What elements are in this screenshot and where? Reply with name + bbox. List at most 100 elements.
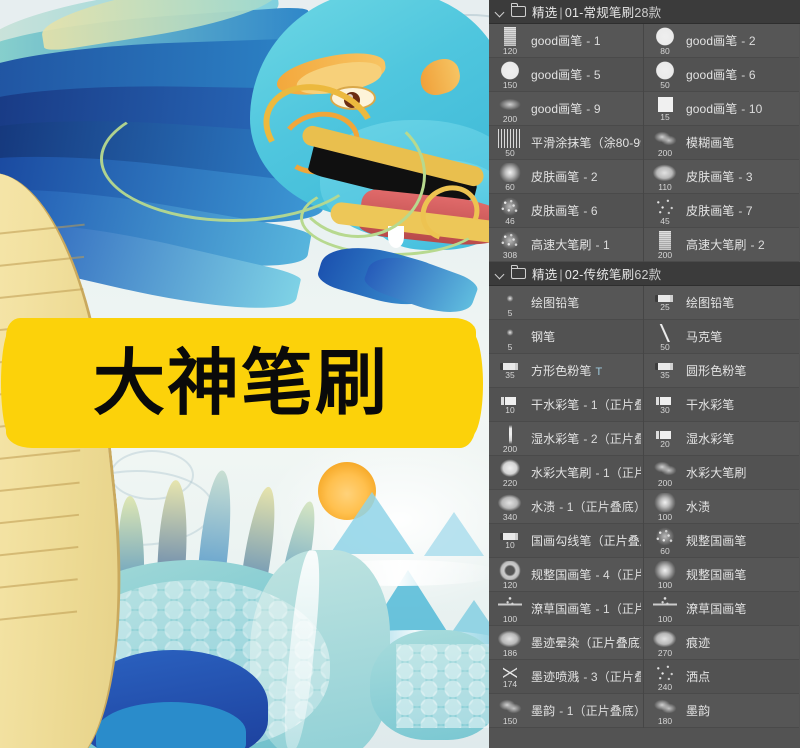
t-hard-icon xyxy=(653,61,677,80)
brush-thumbnail: 5 xyxy=(493,287,527,319)
banner-title: 大神笔刷 xyxy=(92,341,389,425)
brush-row[interactable]: 35 方形色粉笔 T xyxy=(489,354,643,388)
brush-size: 200 xyxy=(657,250,673,260)
brush-size: 5 xyxy=(507,342,513,352)
brush-size: 100 xyxy=(657,580,673,590)
brush-title: 规整国画笔 xyxy=(686,534,747,548)
folder-icon xyxy=(510,265,526,279)
brush-row[interactable]: 35 圆形色粉笔 xyxy=(644,354,799,388)
chevron-down-icon[interactable] xyxy=(495,7,505,17)
brush-thumbnail: 120 xyxy=(493,559,527,591)
brush-size: 200 xyxy=(657,148,673,158)
brush-row[interactable]: 60 皮肤画笔 - 2 xyxy=(489,160,643,194)
brush-row[interactable]: 10 干水彩笔- 1（正片叠底）T xyxy=(489,388,643,422)
brush-row[interactable]: 200 模糊画笔 xyxy=(644,126,799,160)
brush-size: 46 xyxy=(505,216,515,226)
brush-size: 10 xyxy=(505,540,515,550)
brush-index: - 10 xyxy=(741,102,763,116)
brush-title: 马克笔 xyxy=(686,330,723,344)
brush-size: 60 xyxy=(505,182,515,192)
brush-thumbnail: 220 xyxy=(493,457,527,489)
brush-row[interactable]: 5 钢笔 xyxy=(489,320,643,354)
brush-title: 水彩大笔刷 xyxy=(686,466,747,480)
brush-size: 45 xyxy=(660,216,670,226)
brush-index: - 6 xyxy=(741,68,756,82)
brush-row[interactable]: 25 绘图铅笔 xyxy=(644,286,799,320)
brush-thumbnail: 100 xyxy=(493,593,527,625)
brush-title: 规整国画笔 xyxy=(531,568,592,582)
brush-row[interactable]: 200 高速大笔刷 - 2 xyxy=(644,228,799,262)
brush-row[interactable]: 110 皮肤画笔 - 3 xyxy=(644,160,799,194)
brush-row[interactable]: 50 平滑涂抹笔（涂80-99） xyxy=(489,126,643,160)
brush-row[interactable]: 120 规整国画笔- 4（正片叠底）T xyxy=(489,558,643,592)
t-soft-icon xyxy=(653,493,677,512)
brush-row[interactable]: 20 湿水彩笔 xyxy=(644,422,799,456)
brush-label: 国画勾线笔（正片叠底）T xyxy=(527,532,641,549)
brush-row[interactable]: 100 水渍 xyxy=(644,490,799,524)
t-cloud-icon xyxy=(653,697,677,716)
brush-row[interactable]: 10 国画勾线笔（正片叠底）T xyxy=(489,524,643,558)
brush-label: 潦草国画笔- 1（正片叠底）R T xyxy=(527,600,641,617)
brush-row[interactable]: 80 good画笔 - 2 xyxy=(644,24,799,58)
brush-size: 10 xyxy=(505,404,515,415)
brush-label: 皮肤画笔 - 6 xyxy=(527,202,598,219)
brush-title: 洒点 xyxy=(686,670,711,684)
brush-row[interactable]: 50 马克笔 xyxy=(644,320,799,354)
brush-label: good画笔 - 2 xyxy=(682,32,756,49)
brush-title: 潦草国画笔 xyxy=(686,602,747,616)
brush-size: 60 xyxy=(660,546,670,556)
brush-row[interactable]: 270 痕迹 xyxy=(644,626,799,660)
brush-row[interactable]: 240 洒点 xyxy=(644,660,799,694)
brush-row[interactable]: 220 水彩大笔刷- 1（正片叠底）D R xyxy=(489,456,643,490)
brush-size: 50 xyxy=(505,148,515,158)
brush-row[interactable]: 60 规整国画笔 xyxy=(644,524,799,558)
brush-label: good画笔 - 1 xyxy=(527,32,601,49)
brush-index: - 1（正片叠底） xyxy=(595,466,641,480)
brush-row[interactable]: 150 墨韵 - 1（正片叠底） xyxy=(489,694,643,728)
brush-thumbnail: 10 xyxy=(493,389,527,421)
brush-thumbnail: 200 xyxy=(648,127,682,159)
brush-row[interactable]: 15 good画笔 - 10 xyxy=(644,92,799,126)
brush-title: 湿水彩笔 xyxy=(531,432,580,446)
brush-row[interactable]: 30 干水彩笔 xyxy=(644,388,799,422)
brush-row[interactable]: 200 good画笔 - 9 xyxy=(489,92,643,126)
brush-label: 水彩大笔刷- 1（正片叠底）D R xyxy=(527,464,641,481)
brush-label: 规整国画笔 xyxy=(682,566,747,583)
brush-size: 50 xyxy=(660,80,670,90)
t-pencil-icon xyxy=(655,295,675,302)
brush-row[interactable]: 100 规整国画笔 xyxy=(644,558,799,592)
brush-row[interactable]: 308 高速大笔刷 - 1 xyxy=(489,228,643,262)
brush-title: good画笔 xyxy=(686,34,738,48)
brush-row[interactable]: 120 good画笔 - 1 xyxy=(489,24,643,58)
brush-row[interactable]: 50 good画笔 - 6 xyxy=(644,58,799,92)
brush-row[interactable]: 200 湿水彩笔- 2（正片叠底）D T xyxy=(489,422,643,456)
brush-row[interactable]: 186 墨迹晕染（正片叠底） xyxy=(489,626,643,660)
brush-row[interactable]: 200 水彩大笔刷 xyxy=(644,456,799,490)
brush-title: 墨韵 xyxy=(686,704,711,718)
brush-thumbnail: 50 xyxy=(648,321,682,353)
brush-row[interactable]: 46 皮肤画笔 - 6 xyxy=(489,194,643,228)
brush-size: 120 xyxy=(502,580,518,590)
brush-row[interactable]: 150 good画笔 - 5 xyxy=(489,58,643,92)
brush-title: 干水彩笔 xyxy=(531,398,580,412)
brush-row[interactable]: 100 潦草国画笔 xyxy=(644,592,799,626)
brush-index: - 6 xyxy=(583,204,598,218)
brush-row[interactable]: 174 墨迹喷溅- 3（正片叠底）R T xyxy=(489,660,643,694)
brush-row[interactable]: 180 墨韵 xyxy=(644,694,799,728)
brush-group-header[interactable]: 精选 | 02-传统笔刷62款 xyxy=(489,262,800,286)
brush-size: 80 xyxy=(660,46,670,56)
brush-size: 25 xyxy=(660,302,670,312)
brush-row[interactable]: 100 潦草国画笔- 1（正片叠底）R T xyxy=(489,592,643,626)
brush-panel[interactable]: 精选 | 01-常规笔刷28款 120 good画笔 - 1 150 good画笔 - 5 200… xyxy=(489,0,800,748)
brush-row[interactable]: 5 绘图铅笔 xyxy=(489,286,643,320)
t-wash-icon xyxy=(498,493,522,512)
brush-thumbnail: 46 xyxy=(493,195,527,227)
t-chisel-icon xyxy=(655,396,675,405)
title-banner: 大神笔刷 xyxy=(1,318,483,448)
brush-group-header[interactable]: 精选 | 01-常规笔刷28款 xyxy=(489,0,800,24)
brush-title: good画笔 xyxy=(686,102,738,116)
brush-row[interactable]: 45 皮肤画笔 - 7 xyxy=(644,194,799,228)
chevron-down-icon[interactable] xyxy=(495,269,505,279)
t-square-icon xyxy=(657,97,673,112)
brush-row[interactable]: 340 水渍- 1（正片叠底）T xyxy=(489,490,643,524)
